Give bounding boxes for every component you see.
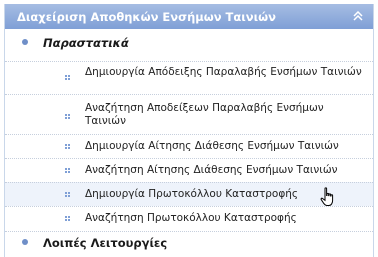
square-bullet-icon [65,144,70,149]
menu-item-create-destruction-protocol[interactable]: Δημιουργία Πρωτοκόλλου Καταστροφής [5,182,373,206]
menu-item-create-receipt[interactable]: Δημιουργία Απόδειξης Παραλαβής Ενσήμων Τ… [5,61,373,94]
menu-item-label: Αναζήτηση Αίτησης Διάθεσης Ενσήμων Ταινι… [85,164,338,176]
square-bullet-icon [65,216,70,221]
menu-item-create-disposal-request[interactable]: Δημιουργία Αίτησης Διάθεσης Ενσήμων Ταιν… [5,134,373,158]
panel-header[interactable]: Διαχείριση Αποθηκών Ενσήμων Ταινιών [5,4,373,29]
section-label: Παραστατικά [43,36,129,50]
square-bullet-icon [65,192,70,197]
square-bullet-icon [65,168,70,173]
menu-item-search-destruction-protocol[interactable]: Αναζήτηση Πρωτοκόλλου Καταστροφής [5,206,373,230]
section-documents[interactable]: Παραστατικά [5,32,373,54]
section-other-functions[interactable]: Λοιπές Λειτουργίες [5,231,373,254]
square-bullet-icon [65,75,70,80]
menu-item-label: Δημιουργία Απόδειξης Παραλαβής Ενσήμων Τ… [85,66,362,78]
square-bullet-icon [65,114,70,119]
menu-item-search-receipts[interactable]: Αναζήτηση Αποδείξεων Παραλαβής Ενσήμων Τ… [5,94,373,134]
menu-panel: Διαχείριση Αποθηκών Ενσήμων Ταινιών Παρα… [4,4,374,257]
hand-pointer-icon [320,187,334,206]
bullet-icon [22,239,28,245]
menu-item-search-disposal-request[interactable]: Αναζήτηση Αίτησης Διάθεσης Ενσήμων Ταινι… [5,158,373,182]
menu-item-label: Δημιουργία Αίτησης Διάθεσης Ενσήμων Ταιν… [85,140,339,152]
menu-item-label: Αναζήτηση Πρωτοκόλλου Καταστροφής [85,212,297,224]
panel-title: Διαχείριση Αποθηκών Ενσήμων Ταινιών [17,10,276,24]
menu-item-label: Αναζήτηση Αποδείξεων Παραλαβής Ενσήμων Τ… [85,102,324,127]
chevron-up-double-icon[interactable] [353,11,363,21]
bullet-icon [22,39,28,45]
section-label: Λοιπές Λειτουργίες [43,236,168,250]
